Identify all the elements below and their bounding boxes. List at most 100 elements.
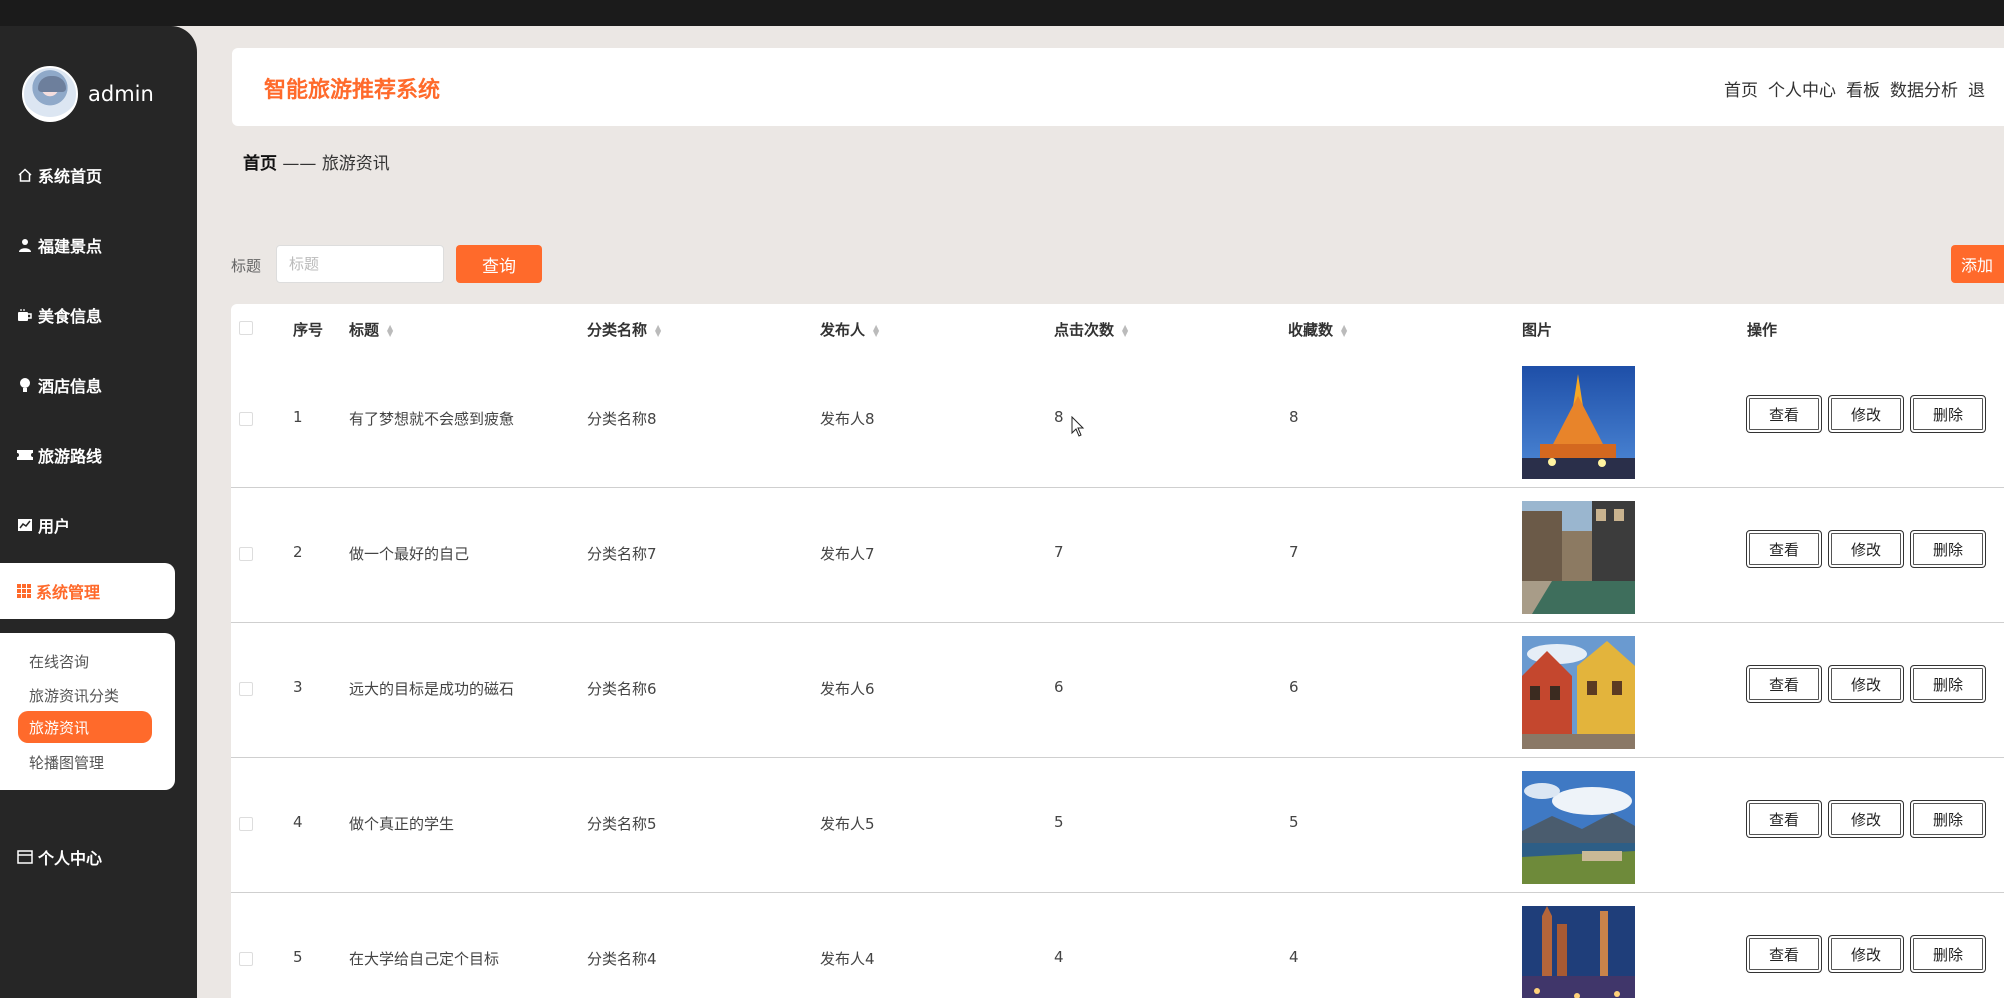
submenu-item-online-consult[interactable]: 在线咨询 xyxy=(29,651,89,672)
topnav-personal-center[interactable]: 个人中心 xyxy=(1768,76,1836,101)
cell-clicks: 8 xyxy=(1054,408,1064,426)
topnav-logout[interactable]: 退 xyxy=(1968,76,1985,101)
view-button[interactable]: 查看 xyxy=(1746,665,1822,703)
user-profile[interactable]: admin xyxy=(22,66,154,122)
sidebar-item-label: 用户 xyxy=(38,517,71,536)
row-checkbox[interactable] xyxy=(239,952,253,966)
column-header-favorites[interactable]: 收藏数 ▲ ▼ xyxy=(1288,319,1347,340)
breadcrumb-home[interactable]: 首页 xyxy=(243,154,277,174)
submenu-item-carousel[interactable]: 轮播图管理 xyxy=(29,752,104,773)
cell-category: 分类名称8 xyxy=(587,410,657,428)
edit-button[interactable]: 修改 xyxy=(1828,530,1904,568)
delete-button[interactable]: 删除 xyxy=(1910,530,1986,568)
row-actions: 查看 修改 删除 xyxy=(1746,395,1986,433)
cell-clicks: 5 xyxy=(1054,813,1064,831)
user-icon xyxy=(16,236,34,254)
sidebar-item-route[interactable]: 旅游路线 xyxy=(16,435,102,475)
sidebar-item-home[interactable]: 系统首页 xyxy=(16,155,102,195)
cell-no: 4 xyxy=(293,813,303,831)
sidebar: admin 系统首页 福建景点 美食信息 酒店信息 旅游路线 用户 个人中心 xyxy=(0,26,197,998)
edit-button[interactable]: 修改 xyxy=(1828,800,1904,838)
column-header-clicks[interactable]: 点击次数 ▲ ▼ xyxy=(1054,319,1128,340)
submenu-item-travel-news[interactable]: 旅游资讯 xyxy=(18,711,152,743)
row-checkbox[interactable] xyxy=(239,682,253,696)
thumbnail-temple-night[interactable] xyxy=(1522,366,1635,479)
row-checkbox[interactable] xyxy=(239,817,253,831)
table-header: 序号 标题 ▲ ▼ 分类名称 ▲ ▼ 发布人 ▲ ▼ 点击次数 ▲ ▼ 收藏数 ▲ ▼ 图片 操作 xyxy=(231,304,2004,352)
column-header-category[interactable]: 分类名称 ▲ ▼ xyxy=(587,319,661,340)
cell-no: 1 xyxy=(293,408,303,426)
view-button[interactable]: 查看 xyxy=(1746,395,1822,433)
table-row: 4 做个真正的学生 分类名称5 发布人5 5 5 查看 修改 删除 xyxy=(231,757,2004,893)
cell-category: 分类名称5 xyxy=(587,815,657,833)
cell-category: 分类名称4 xyxy=(587,950,657,968)
sidebar-item-personal-center[interactable]: 个人中心 xyxy=(16,837,102,877)
ticket-icon xyxy=(16,446,34,464)
sort-icon[interactable]: ▲ ▼ xyxy=(655,323,661,337)
sort-icon[interactable]: ▲ ▼ xyxy=(1341,323,1347,337)
breadcrumb: 首页 —— 旅游资讯 xyxy=(243,149,390,174)
column-header-publisher[interactable]: 发布人 ▲ ▼ xyxy=(820,319,879,340)
thumbnail-canal-town[interactable] xyxy=(1522,501,1635,614)
sort-icon[interactable]: ▲ ▼ xyxy=(1122,323,1128,337)
delete-button[interactable]: 删除 xyxy=(1910,935,1986,973)
column-label: 收藏数 xyxy=(1288,321,1334,339)
query-button[interactable]: 查询 xyxy=(456,245,542,283)
thumbnail-lake-valley[interactable] xyxy=(1522,771,1635,884)
edit-button[interactable]: 修改 xyxy=(1828,665,1904,703)
cell-clicks: 4 xyxy=(1054,948,1064,966)
sidebar-item-hotel[interactable]: 酒店信息 xyxy=(16,365,102,405)
card-icon xyxy=(16,848,34,866)
view-button[interactable]: 查看 xyxy=(1746,935,1822,973)
sidebar-item-food[interactable]: 美食信息 xyxy=(16,295,102,335)
top-bar xyxy=(0,0,2004,26)
view-button[interactable]: 查看 xyxy=(1746,800,1822,838)
view-button[interactable]: 查看 xyxy=(1746,530,1822,568)
thumbnail-timber-houses[interactable] xyxy=(1522,636,1635,749)
cell-favorites: 4 xyxy=(1289,948,1299,966)
sort-icon[interactable]: ▲ ▼ xyxy=(873,323,879,337)
bulb-icon xyxy=(16,376,34,394)
sidebar-item-label: 个人中心 xyxy=(38,849,103,868)
table-row: 2 做一个最好的自己 分类名称7 发布人7 7 7 查看 修改 删除 xyxy=(231,487,2004,623)
edit-button[interactable]: 修改 xyxy=(1828,395,1904,433)
topnav-data-analysis[interactable]: 数据分析 xyxy=(1890,76,1958,101)
username: admin xyxy=(88,82,154,106)
home-icon xyxy=(16,166,34,184)
row-checkbox[interactable] xyxy=(239,412,253,426)
table-row: 5 在大学给自己定个目标 分类名称4 发布人4 4 4 查看 修改 删除 xyxy=(231,892,2004,998)
cell-publisher: 发布人6 xyxy=(820,680,875,698)
cell-title: 有了梦想就不会感到疲惫 xyxy=(349,410,515,428)
thumbnail-city-night[interactable] xyxy=(1522,906,1635,998)
sort-icon[interactable]: ▲ ▼ xyxy=(387,323,393,337)
breadcrumb-separator: —— xyxy=(282,154,317,174)
row-actions: 查看 修改 删除 xyxy=(1746,935,1986,973)
sidebar-item-label: 系统首页 xyxy=(38,167,103,186)
submenu-item-news-category[interactable]: 旅游资讯分类 xyxy=(29,685,119,706)
cell-title: 在大学给自己定个目标 xyxy=(349,950,500,968)
sidebar-item-label: 酒店信息 xyxy=(38,377,103,396)
row-checkbox[interactable] xyxy=(239,547,253,561)
column-header-title[interactable]: 标题 ▲ ▼ xyxy=(349,319,393,340)
sidebar-item-label: 旅游路线 xyxy=(38,447,103,466)
column-label: 标题 xyxy=(349,321,380,339)
sidebar-item-system-management[interactable]: 系统管理 xyxy=(0,563,175,619)
delete-button[interactable]: 删除 xyxy=(1910,395,1986,433)
add-button[interactable]: 添加 xyxy=(1951,245,2004,283)
cell-favorites: 8 xyxy=(1289,408,1299,426)
cell-title: 做个真正的学生 xyxy=(349,815,455,833)
cell-clicks: 7 xyxy=(1054,543,1064,561)
cell-no: 3 xyxy=(293,678,303,696)
topnav-dashboard[interactable]: 看板 xyxy=(1846,76,1880,101)
sidebar-item-users[interactable]: 用户 xyxy=(16,505,70,545)
cell-title: 做一个最好的自己 xyxy=(349,545,470,563)
table-row: 1 有了梦想就不会感到疲惫 分类名称8 发布人8 8 8 查看 修改 删除 xyxy=(231,352,2004,488)
delete-button[interactable]: 删除 xyxy=(1910,800,1986,838)
sidebar-item-scenic[interactable]: 福建景点 xyxy=(16,225,102,265)
select-all-checkbox[interactable] xyxy=(239,321,253,335)
avatar[interactable] xyxy=(22,66,78,122)
delete-button[interactable]: 删除 xyxy=(1910,665,1986,703)
search-input[interactable] xyxy=(276,245,444,283)
edit-button[interactable]: 修改 xyxy=(1828,935,1904,973)
topnav-home[interactable]: 首页 xyxy=(1724,76,1758,101)
